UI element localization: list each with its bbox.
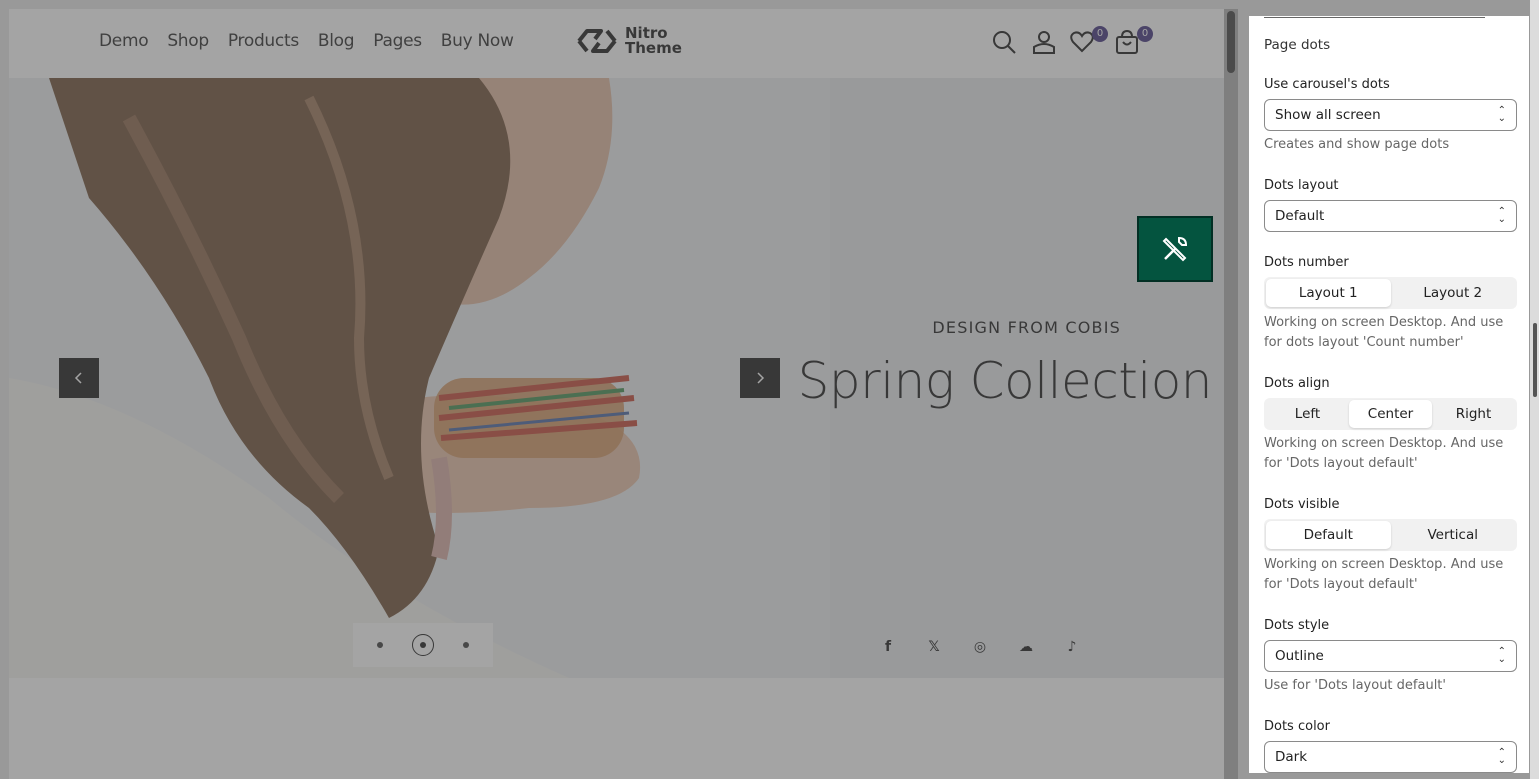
hero-eyebrow: DESIGN FROM COBIS [932,318,1121,337]
carousel-dots [353,623,493,667]
settings-panel: Page dots Use carousel's dots Show all s… [1249,16,1529,773]
dots-style-help: Use for 'Dots layout default' [1264,678,1446,693]
dots-visible-default[interactable]: Default [1266,521,1391,549]
panel-scrollbar[interactable] [1530,0,1539,779]
nav-pages[interactable]: Pages [373,31,422,51]
cart-count-badge: 0 [1137,26,1153,42]
tools-icon [1162,236,1188,262]
logo-line-2: Theme [625,39,682,57]
dots-align-toggle: Left Center Right [1264,398,1517,430]
logo-text: Nitro Theme [625,26,682,56]
main-nav: Demo Shop Products Blog Pages Buy Now [99,31,514,51]
slide-next-button[interactable] [740,358,780,398]
dots-style-value: Outline [1275,648,1324,664]
account-icon[interactable] [1031,29,1057,55]
nav-products[interactable]: Products [228,31,299,51]
dots-align-help: Working on screen Desktop. And use for '… [1264,436,1504,471]
facebook-icon[interactable]: f [879,638,897,656]
site-logo[interactable]: Nitro Theme [575,26,682,56]
select-chevron-icon: ⌃ ⌄ [1497,747,1506,766]
dots-number-label: Dots number [1264,255,1349,270]
theme-preview: Demo Shop Products Blog Pages Buy Now Ni… [9,9,1224,779]
search-icon[interactable] [991,29,1017,55]
dots-align-label: Dots align [1264,376,1330,391]
dots-visible-label: Dots visible [1264,497,1340,512]
cart-icon[interactable]: 0 [1114,26,1153,55]
preview-scrollbar-thumb[interactable] [1227,11,1235,73]
select-chevron-icon: ⌃ ⌄ [1497,646,1506,665]
wishlist-count-badge: 0 [1092,26,1108,42]
wishlist-icon[interactable]: 0 [1069,26,1108,55]
chevron-left-icon [74,372,82,384]
dots-align-center[interactable]: Center [1349,400,1432,428]
x-icon[interactable]: 𝕏 [925,638,943,656]
hero-image [9,78,830,678]
section-title: Page dots [1264,37,1331,53]
dots-number-help: Working on screen Desktop. And use for d… [1264,315,1504,350]
panel-scrollbar-thumb[interactable] [1533,323,1537,397]
editor-frame: Demo Shop Products Blog Pages Buy Now Ni… [0,0,1539,779]
use-dots-help: Creates and show page dots [1264,137,1450,152]
dots-number-layout-2[interactable]: Layout 2 [1391,279,1516,307]
use-dots-select[interactable]: Show all screen ⌃ ⌄ [1264,99,1517,131]
hero-headline: Spring Collection [797,352,1213,410]
carousel-dot-3[interactable] [462,642,469,648]
site-header: Demo Shop Products Blog Pages Buy Now Ni… [9,9,1224,78]
dots-visible-toggle: Default Vertical [1264,519,1517,551]
dots-style-label: Dots style [1264,618,1330,633]
dots-layout-select[interactable]: Default ⌃ ⌄ [1264,200,1517,232]
tiktok-icon[interactable]: ♪ [1063,638,1081,656]
use-dots-label: Use carousel's dots [1264,77,1390,92]
hero-slideshow: DESIGN FROM COBIS Spring Collection f 𝕏 … [9,78,1224,678]
use-dots-value: Show all screen [1275,107,1381,123]
slide-prev-button[interactable] [59,358,99,398]
dots-layout-label: Dots layout [1264,178,1339,193]
dots-visible-help: Working on screen Desktop. And use for '… [1264,557,1504,592]
nav-shop[interactable]: Shop [167,31,209,51]
instagram-icon[interactable]: ◎ [971,638,989,656]
logo-mark-icon [577,29,617,53]
dots-layout-value: Default [1275,208,1325,224]
dots-color-value: Dark [1275,749,1308,765]
preview-scrollbar[interactable] [1224,9,1238,779]
dots-align-left[interactable]: Left [1266,400,1349,428]
dots-align-right[interactable]: Right [1432,400,1515,428]
soundcloud-icon[interactable]: ☁ [1017,638,1035,656]
dots-number-toggle: Layout 1 Layout 2 [1264,277,1517,309]
select-chevron-icon: ⌃ ⌄ [1497,105,1506,124]
carousel-dot-2-active[interactable] [411,634,434,656]
nav-buy-now[interactable]: Buy Now [441,31,514,51]
chevron-right-icon [757,372,765,384]
social-links: f 𝕏 ◎ ☁ ♪ [879,638,1081,656]
dots-color-label: Dots color [1264,719,1330,734]
dots-style-select[interactable]: Outline ⌃ ⌄ [1264,640,1517,672]
nav-demo[interactable]: Demo [99,31,149,51]
select-chevron-icon: ⌃ ⌄ [1497,206,1506,225]
dots-color-select[interactable]: Dark ⌃ ⌄ [1264,741,1517,773]
carousel-dot-1[interactable] [377,642,384,648]
hero-photo-illustration [9,78,830,678]
customize-tools-button[interactable] [1137,216,1213,282]
dots-visible-vertical[interactable]: Vertical [1391,521,1516,549]
dots-number-layout-1[interactable]: Layout 1 [1266,279,1391,307]
panel-top-divider [1264,16,1485,18]
nav-blog[interactable]: Blog [318,31,355,51]
